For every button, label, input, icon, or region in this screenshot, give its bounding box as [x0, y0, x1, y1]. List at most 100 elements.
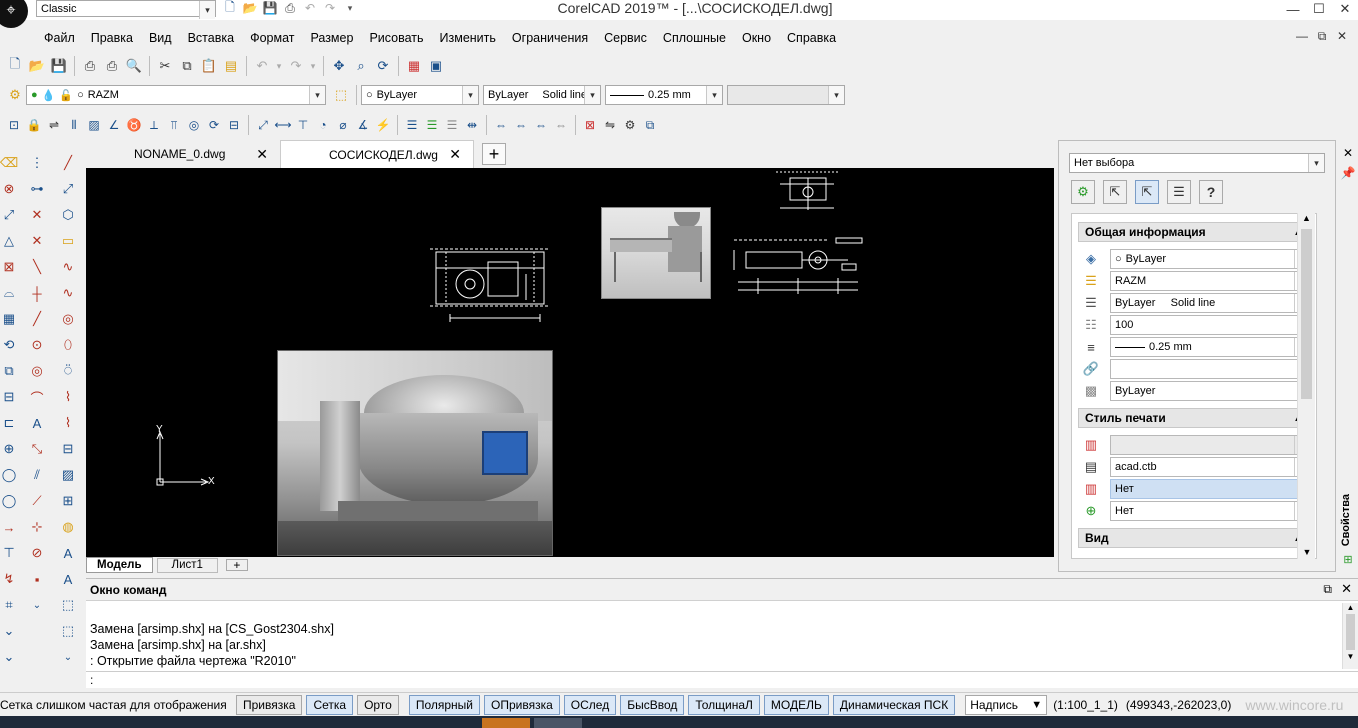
spline-fit-icon[interactable]: ∿: [57, 280, 79, 306]
point-icon[interactable]: ⋮: [26, 150, 48, 176]
dim-linear-icon[interactable]: ⟷: [273, 115, 293, 135]
tab-sheet1[interactable]: Лист1: [156, 557, 218, 573]
expand-icon[interactable]: ⌄: [26, 592, 48, 618]
minimize-icon[interactable]: —: [1280, 0, 1306, 20]
dim-update-icon[interactable]: ⧉: [640, 115, 660, 135]
equal-icon[interactable]: ⊟: [224, 115, 244, 135]
extend-icon[interactable]: ⊏: [0, 410, 18, 436]
pin-icon[interactable]: 📌: [1338, 166, 1358, 180]
ellipse-arc-icon[interactable]: ⍥: [57, 358, 79, 384]
intersect-icon[interactable]: ✕: [26, 228, 48, 254]
line-icon[interactable]: ╱: [57, 150, 79, 176]
scroll-down-icon[interactable]: ▼: [1298, 547, 1316, 557]
command-scrollbar[interactable]: ▲ ▼: [1342, 603, 1358, 669]
layer-select[interactable]: ● 💧 🔓 ○ RAZM ▾: [26, 85, 326, 105]
zoom-realtime-icon[interactable]: ⌕: [350, 55, 372, 77]
table-icon[interactable]: ⊟: [57, 436, 79, 462]
model-toggle[interactable]: МОДЕЛЬ: [763, 694, 829, 715]
region-icon[interactable]: ▪: [26, 566, 48, 592]
dim-space-4-icon[interactable]: ⇔: [551, 115, 571, 135]
undo-icon[interactable]: ↶: [300, 0, 320, 18]
print-icon[interactable]: ⎙: [79, 55, 101, 77]
plotstyle-select[interactable]: ▾: [727, 85, 845, 105]
menu-dimension[interactable]: Размер: [302, 31, 361, 45]
hatch-fill-icon[interactable]: ▨: [57, 462, 79, 488]
properties-side-label[interactable]: Свойства: [1340, 494, 1352, 546]
dynamic-ucs-toggle[interactable]: Динамическая ПСК: [832, 694, 956, 715]
grid-toggle[interactable]: Сетка: [306, 694, 354, 715]
prop-lineweight-value[interactable]: 0.25 mm▾: [1110, 337, 1310, 357]
doc-minimize-icon[interactable]: —: [1292, 26, 1312, 46]
dim-ordinate-icon[interactable]: ⊤: [293, 115, 313, 135]
menu-file[interactable]: Файл: [36, 31, 83, 45]
diagonal-icon[interactable]: ⟋: [26, 488, 48, 514]
copy-entities-icon[interactable]: ⊗: [0, 176, 18, 202]
edit-text-icon[interactable]: ⌄: [0, 644, 18, 670]
prop-plot-attached-value[interactable]: Нет: [1110, 479, 1310, 499]
dim-baseline-icon[interactable]: ☰: [402, 115, 422, 135]
match-properties-icon[interactable]: ▤: [220, 55, 242, 77]
parallel-lines-icon[interactable]: ⫽: [26, 462, 48, 488]
command-input[interactable]: :: [86, 671, 1358, 689]
prop-transparency-value[interactable]: ByLayer: [1110, 381, 1310, 401]
scroll-down-icon[interactable]: ▼: [1343, 652, 1358, 661]
scroll-thumb[interactable]: [1301, 229, 1312, 399]
cut-icon[interactable]: ✂: [154, 55, 176, 77]
layer-manager-icon[interactable]: ⚙: [4, 84, 26, 106]
tab-sosiskodel[interactable]: СОСИСКОДЕЛ.dwg ✕: [280, 140, 474, 168]
lineweight-select[interactable]: 0.25 mm ▾: [605, 85, 723, 105]
section-view[interactable]: Вид ▲: [1078, 528, 1310, 548]
stretch-icon[interactable]: ⧉: [0, 358, 18, 384]
dim-aligned-icon[interactable]: ⤢: [253, 115, 273, 135]
angle-icon[interactable]: ∠: [104, 115, 124, 135]
restore-icon[interactable]: ⧉: [1323, 582, 1332, 597]
save-icon[interactable]: 💾: [260, 0, 280, 18]
scroll-up-icon[interactable]: ▲: [1298, 213, 1315, 227]
undo-icon[interactable]: ↶: [251, 55, 273, 77]
copy-icon[interactable]: ⧉: [176, 55, 198, 77]
dim-continue-icon[interactable]: ☰: [422, 115, 442, 135]
lineweight-toggle[interactable]: ТолщинаЛ: [688, 694, 760, 715]
menu-format[interactable]: Формат: [242, 31, 302, 45]
circle-3p-icon[interactable]: ◎: [26, 358, 48, 384]
erase-icon[interactable]: ⌫: [0, 150, 18, 176]
concentric-icon[interactable]: ◎: [184, 115, 204, 135]
dim-quick-icon[interactable]: ☰: [442, 115, 462, 135]
rectangle-icon[interactable]: ▭: [57, 228, 79, 254]
close-icon[interactable]: ✕: [256, 146, 268, 163]
linetype-select[interactable]: ByLayer Solid line ▾: [483, 85, 601, 105]
mirror-icon[interactable]: ⤢: [0, 202, 18, 228]
mtext-icon[interactable]: A: [57, 566, 79, 592]
prop-color-value[interactable]: ○ByLayer▾: [1110, 249, 1310, 269]
dim-space-2-icon[interactable]: ⇔: [511, 115, 531, 135]
cross-icon[interactable]: ✕: [26, 202, 48, 228]
block-icon[interactable]: ⊞: [57, 488, 79, 514]
boundary-icon[interactable]: ⬚: [57, 618, 79, 644]
menu-insert[interactable]: Вставка: [180, 31, 242, 45]
edit-spline-icon[interactable]: ⌗: [0, 592, 18, 618]
redo-dropdown-icon[interactable]: ▾: [307, 56, 319, 76]
close-icon[interactable]: ✕: [449, 146, 461, 163]
ellipse-icon[interactable]: ⬯: [57, 332, 79, 358]
section-general[interactable]: Общая информация ▲: [1078, 222, 1310, 242]
otrack-toggle[interactable]: ОСлед: [563, 694, 617, 715]
dim-override-icon[interactable]: ⇋: [600, 115, 620, 135]
workspace-select[interactable]: Classic ▾: [36, 0, 216, 19]
dim-style-icon[interactable]: ⚙: [620, 115, 640, 135]
customize-icon[interactable]: ▾: [340, 0, 360, 18]
polygon-icon[interactable]: ⬡: [57, 202, 79, 228]
circle-center-icon[interactable]: ⊙: [26, 332, 48, 358]
arc-icon[interactable]: ⌒: [26, 384, 48, 410]
quick-select-icon[interactable]: ⚙: [1071, 180, 1095, 204]
move-icon[interactable]: ⌓: [0, 280, 18, 306]
taskbar-active-app[interactable]: [482, 718, 530, 728]
help-icon[interactable]: ?: [1199, 180, 1223, 204]
undo-dropdown-icon[interactable]: ▾: [273, 56, 285, 76]
menu-draw[interactable]: Рисовать: [361, 31, 431, 45]
perpendicular-icon[interactable]: ⟂: [144, 115, 164, 135]
line-segment-icon[interactable]: ⊶: [26, 176, 48, 202]
doc-close-icon[interactable]: ✕: [1332, 26, 1352, 46]
layers-manager-icon[interactable]: ▦: [403, 55, 425, 77]
scroll-up-icon[interactable]: ▲: [1343, 603, 1358, 612]
edit-hatch-icon[interactable]: ⌄: [0, 618, 18, 644]
